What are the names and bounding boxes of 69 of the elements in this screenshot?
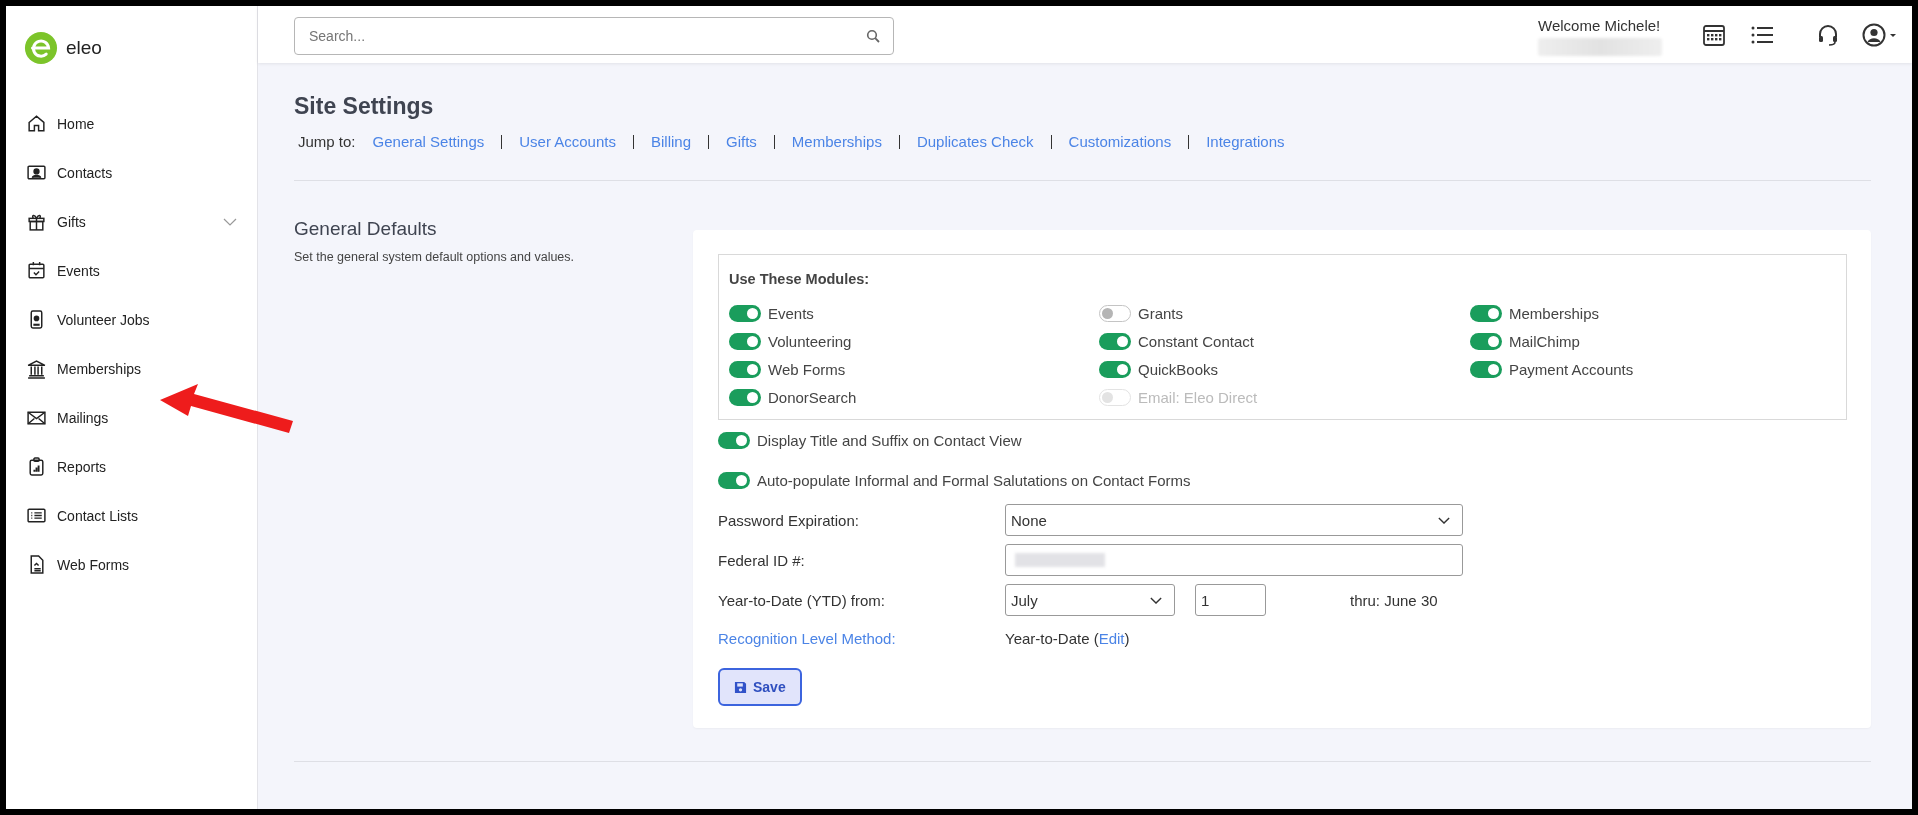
sidebar-item[interactable]: Gifts: [6, 197, 257, 246]
chevron-down-icon: [1438, 516, 1450, 524]
module-label: Email: Eleo Direct: [1138, 388, 1258, 406]
module-label: Memberships: [1509, 304, 1600, 322]
save-button[interactable]: Save: [718, 668, 802, 706]
module-label: Events: [768, 304, 814, 322]
logo-icon: [24, 31, 58, 65]
option-label: Display Title and Suffix on Contact View: [757, 431, 1022, 449]
toggle-switch[interactable]: [1099, 360, 1131, 378]
chevron-down-icon: [1150, 596, 1162, 604]
bank-icon: [26, 358, 47, 379]
section-description: Set the general system default options and values.: [294, 250, 576, 264]
module-label: DonorSearch: [768, 388, 857, 406]
list-icon: [26, 505, 47, 526]
recognition-link[interactable]: Recognition Level Method:: [718, 629, 1005, 647]
recognition-value: Year-to-Date (Edit): [1005, 629, 1130, 647]
toggle-switch[interactable]: [729, 332, 761, 350]
module-label: MailChimp: [1509, 332, 1580, 350]
user-menu-icon[interactable]: [1862, 22, 1898, 47]
toggle-switch[interactable]: [729, 360, 761, 378]
toggle-switch[interactable]: [1099, 332, 1131, 350]
search-icon: [866, 28, 880, 43]
chevron-down-icon: [223, 217, 237, 226]
jump-label: Jump to:: [298, 133, 356, 150]
module-label: Payment Accounts: [1509, 360, 1634, 378]
toggle-switch[interactable]: [1470, 332, 1502, 350]
sidebar-item[interactable]: Home: [6, 99, 257, 148]
federal-id-field[interactable]: [1005, 544, 1463, 576]
toggle-switch[interactable]: [1099, 304, 1131, 322]
toggle-switch[interactable]: [729, 304, 761, 322]
field-label: Federal ID #:: [718, 551, 806, 569]
sidebar-item[interactable]: Reports: [6, 442, 257, 491]
toggle-switch[interactable]: [729, 388, 761, 406]
field-label: Year-to-Date (YTD) from:: [718, 591, 886, 609]
clipboard-chart-icon: [26, 456, 47, 477]
day-field[interactable]: 1: [1195, 584, 1266, 616]
sidebar-item[interactable]: Contacts: [6, 148, 257, 197]
sidebar-item[interactable]: Events: [6, 246, 257, 295]
sidebar-item[interactable]: Mailings: [6, 393, 257, 442]
calendar-icon[interactable]: [1702, 22, 1726, 47]
sidebar-item[interactable]: Web Forms: [6, 540, 257, 589]
toggle-switch[interactable]: [718, 471, 750, 489]
thru-text: thru: June 30: [1350, 591, 1438, 609]
toggle-switch[interactable]: [718, 431, 750, 449]
sidebar-item[interactable]: Memberships: [6, 344, 257, 393]
sidebar-item[interactable]: Contact Lists: [6, 491, 257, 540]
password-expiration-select[interactable]: None: [1005, 504, 1463, 536]
module-label: Volunteering: [768, 332, 852, 350]
section-title: General Defaults: [294, 218, 438, 240]
module-label: QuickBooks: [1138, 360, 1219, 378]
welcome-text: Welcome Michele!: [1538, 17, 1662, 34]
calendar-icon: [26, 260, 47, 281]
toggle-switch[interactable]: [1470, 304, 1502, 322]
sidebar-item[interactable]: Volunteer Jobs: [6, 295, 257, 344]
month-select[interactable]: July: [1005, 584, 1175, 616]
search-field[interactable]: Search...: [294, 16, 894, 55]
module-label: Web Forms: [768, 360, 846, 378]
modules-title: Use These Modules:: [729, 271, 871, 287]
field-label: Password Expiration:: [718, 511, 860, 529]
module-label: Constant Contact: [1138, 332, 1254, 350]
headset-icon[interactable]: [1816, 22, 1840, 47]
edit-link[interactable]: Edit: [1098, 629, 1125, 647]
logo-text: eleo: [66, 37, 102, 59]
option-label: Auto-populate Informal and Formal Salutations on Contact Forms: [757, 471, 1191, 489]
home-icon: [26, 113, 47, 134]
contact-card-icon: [26, 162, 47, 183]
toggle-switch[interactable]: [1470, 360, 1502, 378]
page-title: Site Settings: [294, 93, 435, 120]
module-label: Grants: [1138, 304, 1183, 322]
